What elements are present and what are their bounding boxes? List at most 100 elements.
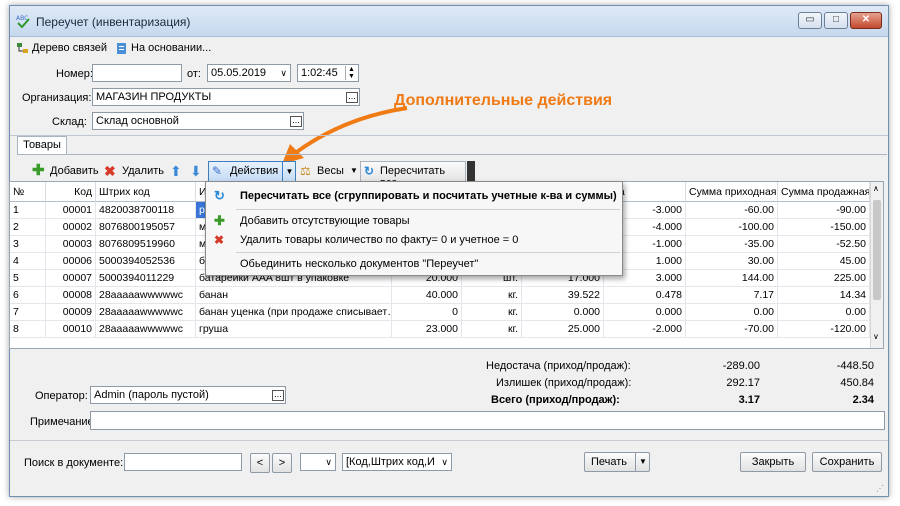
table-cell-diff[interactable]: 0.478 [604,287,686,304]
table-cell-qty-fact[interactable]: 0 [392,304,462,321]
close-window-button[interactable]: ✕ [850,12,882,29]
actions-dropdown-icon[interactable]: ▼ [282,162,296,181]
table-cell-sum-sale[interactable]: -150.00 [778,219,870,236]
table-row[interactable]: 8 00010 28aaaaawwwwwc груша 23.000 кг. 25.000-… [10,321,870,338]
table-cell-unit[interactable]: кг. [462,304,522,321]
table-cell-sum-sale[interactable]: -90.00 [778,202,870,219]
table-cell-sum-sale[interactable]: 45.00 [778,253,870,270]
table-cell-barcode[interactable]: 4820038700118 [96,202,196,219]
table-cell-n[interactable]: 6 [10,287,46,304]
table-cell-code[interactable]: 00003 [46,236,96,253]
table-cell-sum-in[interactable]: -60.00 [686,202,778,219]
table-cell-unit[interactable]: кг. [462,287,522,304]
table-cell-barcode[interactable]: 8076809519960 [96,236,196,253]
table-cell-price[interactable]: 39.522 [522,287,604,304]
table-cell-barcode[interactable]: 28aaaaawwwwwc [96,304,196,321]
table-cell-name[interactable]: груша [196,321,392,338]
table-cell-qty-fact[interactable]: 23.000 [392,321,462,338]
table-cell-sum-sale[interactable]: -52.50 [778,236,870,253]
scroll-thumb[interactable] [873,200,881,300]
table-cell-code[interactable]: 00010 [46,321,96,338]
scroll-up-icon[interactable]: ∧ [873,184,879,193]
table-cell-barcode[interactable]: 8076800195057 [96,219,196,236]
table-cell-sum-in[interactable]: -100.00 [686,219,778,236]
toolbar-overflow-icon[interactable] [467,161,475,182]
table-cell-n[interactable]: 4 [10,253,46,270]
column-header-number[interactable]: № [10,182,46,202]
table-cell-barcode[interactable]: 5000394011229 [96,270,196,287]
time-field[interactable]: 1:02:45 ▲ ▼ [297,64,359,82]
table-cell-diff[interactable]: 0.000 [604,304,686,321]
tab-goods[interactable]: Товары [17,136,67,155]
spin-icon[interactable]: ▲ ▼ [345,66,357,80]
table-cell-sum-in[interactable]: 0.00 [686,304,778,321]
table-cell-unit[interactable]: кг. [462,321,522,338]
table-cell-sum-in[interactable]: -70.00 [686,321,778,338]
column-header-barcode[interactable]: Штрих код [96,182,196,202]
move-down-icon[interactable]: ⬇ [190,163,202,180]
table-cell-sum-sale[interactable]: -120.00 [778,321,870,338]
table-cell-n[interactable]: 2 [10,219,46,236]
table-cell-sum-sale[interactable]: 14.34 [778,287,870,304]
table-row[interactable]: 7 00009 28aaaaawwwwwc банан уценка (при про… [10,304,870,321]
column-header-sum-sale[interactable]: Сумма продажная [778,182,870,202]
search-prev-button[interactable]: < [250,453,270,473]
move-up-icon[interactable]: ⬆ [170,163,182,180]
tab-divider [10,135,888,136]
table-cell-price[interactable]: 25.000 [522,321,604,338]
date-field[interactable]: 05.05.2019 ∨ [207,64,291,82]
search-mode-select[interactable]: ∨ [300,453,336,471]
save-button[interactable]: Сохранить [812,452,882,472]
table-cell-n[interactable]: 8 [10,321,46,338]
table-cell-code[interactable]: 00002 [46,219,96,236]
column-header-sum-in[interactable]: Сумма приходная [686,182,778,202]
search-next-button[interactable]: > [272,453,292,473]
table-row[interactable]: 6 00008 28aaaaawwwwwc банан 40.000 кг. 39.522 0… [10,287,870,304]
table-cell-code[interactable]: 00007 [46,270,96,287]
annotation-arrow-icon [282,106,408,164]
table-cell-code[interactable]: 00008 [46,287,96,304]
actions-button[interactable]: ✎ Действия ▼ [208,161,296,182]
menu-item-recalc-all[interactable]: ↻ Пересчитать все (сгруппировать и посчи… [206,185,622,207]
number-field[interactable] [92,64,182,82]
table-cell-sum-in[interactable]: 30.00 [686,253,778,270]
note-field[interactable] [90,411,885,430]
print-button[interactable]: Печать ▼ [584,452,650,472]
table-cell-sum-in[interactable]: 7.17 [686,287,778,304]
table-cell-name[interactable]: банан уценка (при продаже списывает… [196,304,392,321]
recalc-button[interactable]: ↻ Пересчитать все [360,161,466,189]
table-cell-n[interactable]: 1 [10,202,46,219]
table-cell-diff[interactable]: -2.000 [604,321,686,338]
table-scrollbar[interactable]: ∧ ∨ [870,182,883,348]
table-cell-sum-sale[interactable]: 0.00 [778,304,870,321]
table-cell-sum-in[interactable]: 144.00 [686,270,778,287]
print-dropdown-icon[interactable]: ▼ [635,453,650,471]
table-cell-barcode[interactable]: 5000394052536 [96,253,196,270]
scales-dropdown-icon[interactable]: ▼ [350,161,358,181]
table-cell-n[interactable]: 3 [10,236,46,253]
table-cell-qty-fact[interactable]: 40.000 [392,287,462,304]
table-cell-code[interactable]: 00009 [46,304,96,321]
scroll-down-icon[interactable]: ∨ [873,332,879,341]
menu-item-merge-documents[interactable]: Обьединить несколько документов "Переуче… [206,253,622,275]
table-cell-name[interactable]: банан [196,287,392,304]
table-cell-n[interactable]: 5 [10,270,46,287]
resize-grip-icon[interactable]: ⋰ [876,484,884,493]
column-header-code[interactable]: Код [46,182,96,202]
close-button[interactable]: Закрыть [740,452,806,472]
search-input[interactable] [124,453,242,471]
table-cell-barcode[interactable]: 28aaaaawwwwwc [96,287,196,304]
minimize-button[interactable]: ▭ [798,12,822,29]
maximize-button[interactable]: □ [824,12,848,29]
table-cell-sum-sale[interactable]: 225.00 [778,270,870,287]
operator-field[interactable]: Admin (пароль пустой) [90,386,286,404]
table-cell-code[interactable]: 00001 [46,202,96,219]
table-cell-n[interactable]: 7 [10,304,46,321]
menu-item-delete-zero[interactable]: ✖ Удалить товары количество по факту= 0 … [206,229,622,251]
search-columns-select[interactable]: [Код,Штрих код,И ∨ [342,453,452,471]
table-cell-price[interactable]: 0.000 [522,304,604,321]
table-cell-sum-in[interactable]: -35.00 [686,236,778,253]
table-cell-barcode[interactable]: 28aaaaawwwwwc [96,321,196,338]
operator-select-icon[interactable]: ... [272,390,284,401]
table-cell-code[interactable]: 00006 [46,253,96,270]
